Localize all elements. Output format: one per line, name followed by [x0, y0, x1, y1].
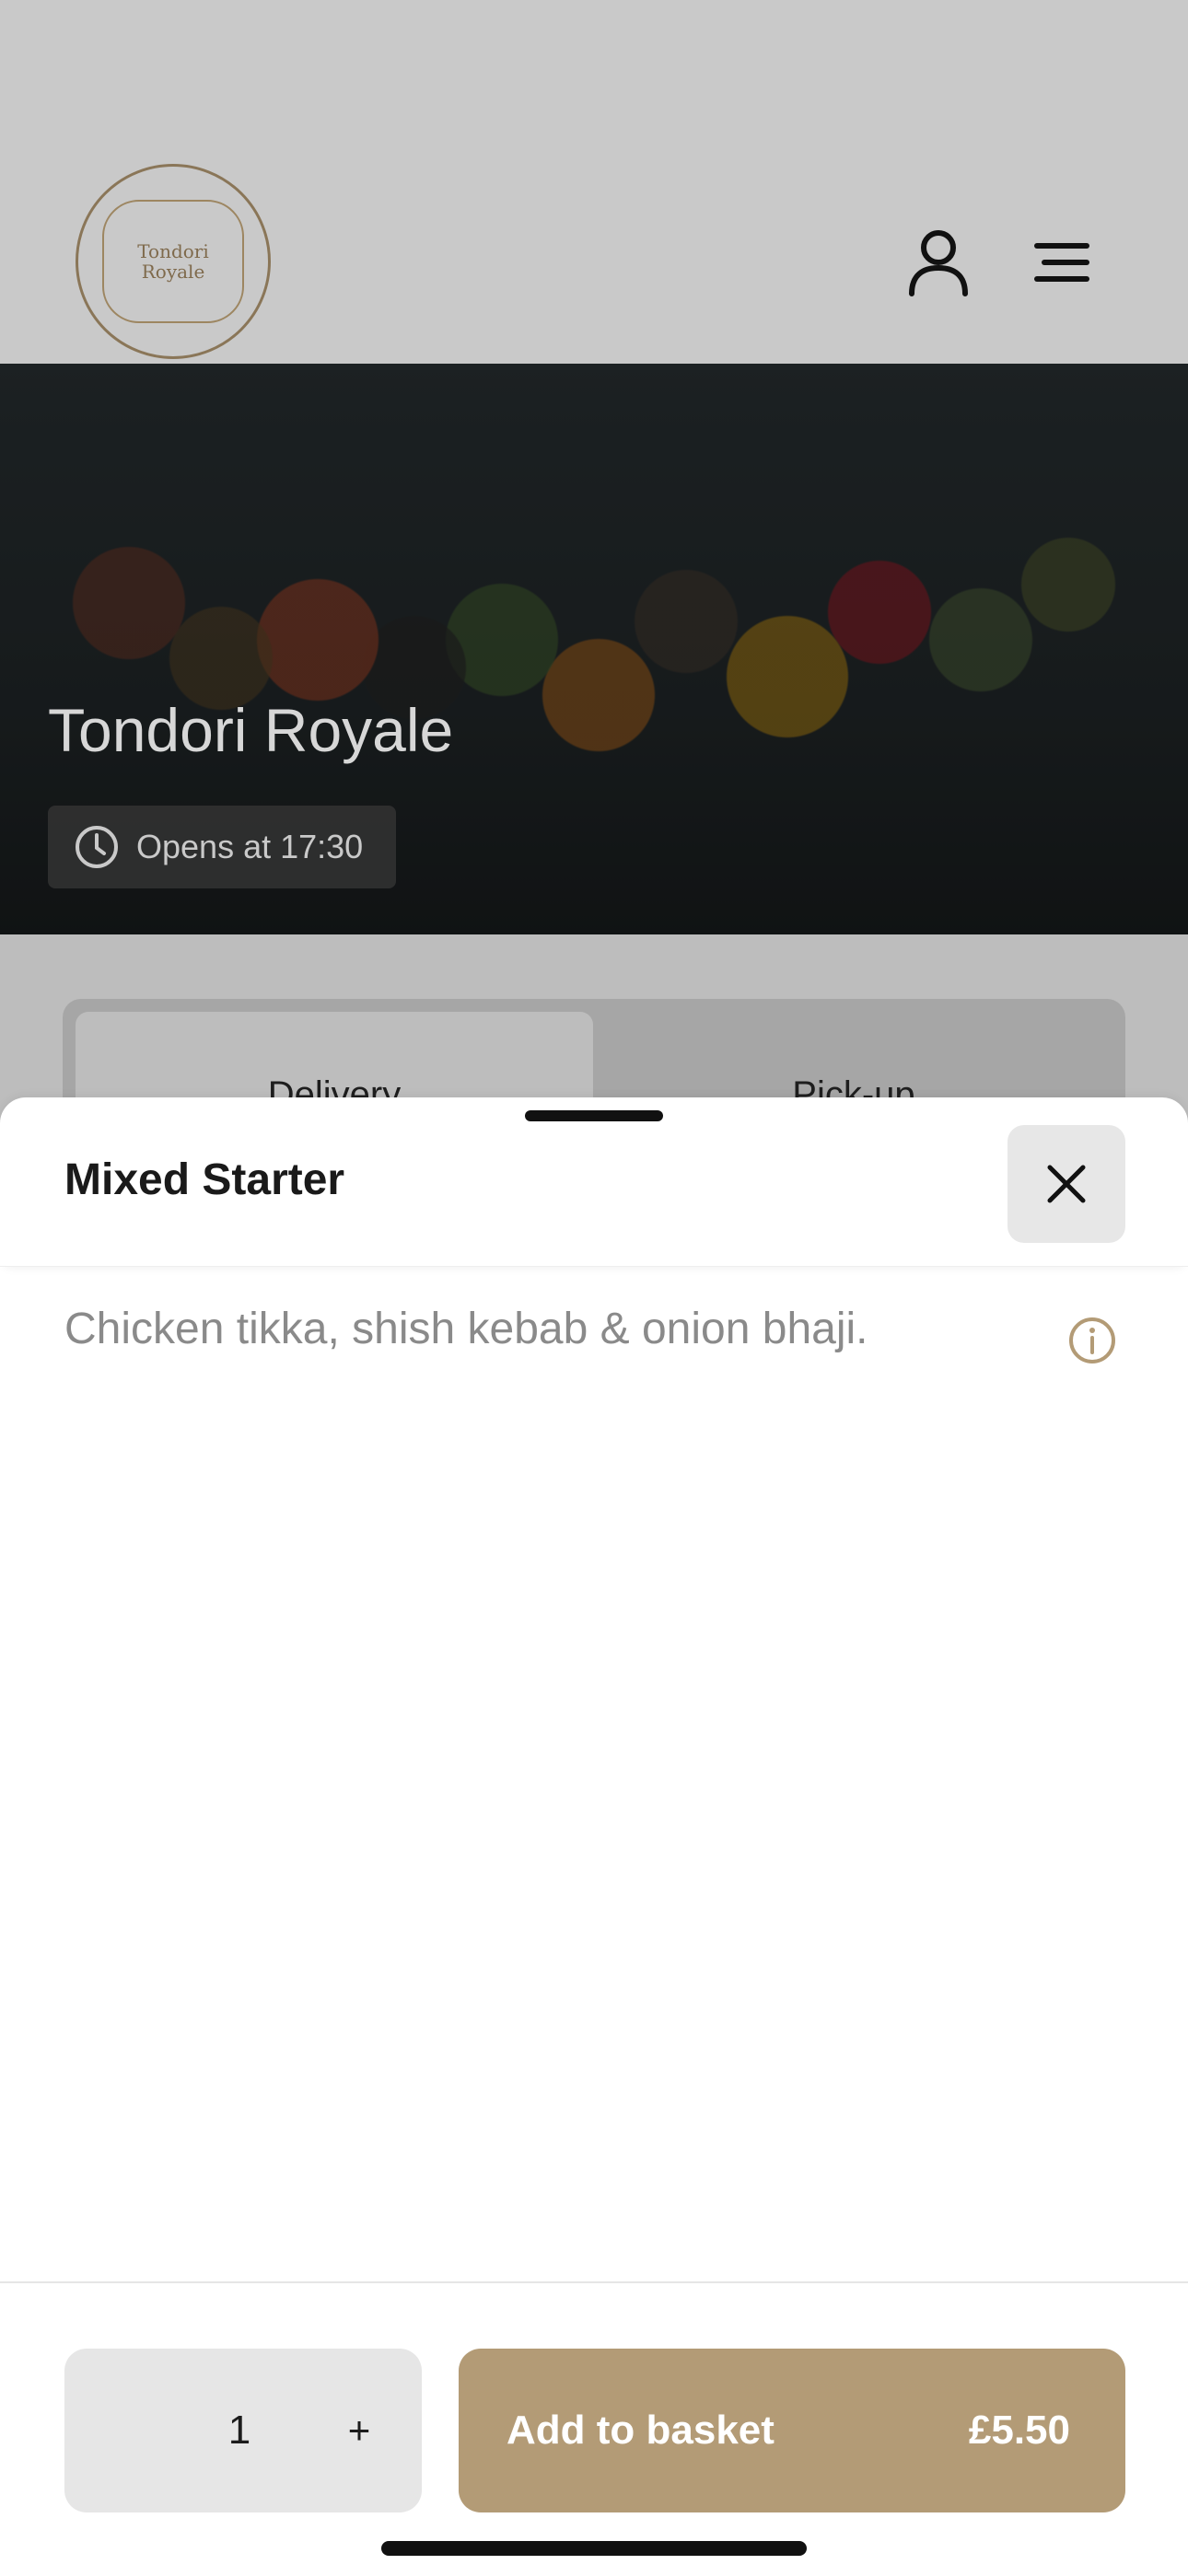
account-button[interactable]	[897, 221, 980, 304]
restaurant-name: Tondori Royale	[48, 696, 454, 764]
sheet-header: Mixed Starter	[0, 1097, 1188, 1267]
user-icon	[909, 230, 968, 296]
sheet-footer: 1 + Add to basket £5.50	[0, 2281, 1188, 2576]
item-price: £5.50	[968, 2408, 1070, 2453]
quantity-value: 1	[227, 2408, 251, 2453]
item-title: Mixed Starter	[64, 1155, 345, 1204]
clock-icon	[76, 826, 118, 868]
opening-status-badge: Opens at 17:30	[48, 806, 396, 888]
sheet-grabber[interactable]	[525, 1110, 663, 1121]
item-detail-sheet: Mixed Starter Chicken tikka, shish kebab…	[0, 1097, 1188, 2576]
app-header: Tondori Royale	[0, 0, 1188, 366]
info-button[interactable]	[1066, 1315, 1118, 1366]
restaurant-logo[interactable]: Tondori Royale	[76, 164, 271, 359]
add-to-basket-button[interactable]: Add to basket £5.50	[459, 2349, 1125, 2512]
close-button[interactable]	[1007, 1125, 1125, 1243]
item-description: Chicken tikka, shish kebab & onion bhaji…	[64, 1305, 868, 1353]
quantity-stepper: 1 +	[64, 2349, 422, 2512]
hero-banner: Tondori Royale Opens at 17:30	[0, 364, 1188, 934]
increment-button[interactable]: +	[318, 2389, 401, 2472]
logo-emblem: Tondori Royale	[102, 200, 244, 323]
logo-text-line2: Royale	[141, 261, 205, 283]
logo-text-line1: Tondori	[137, 240, 209, 262]
opening-status-text: Opens at 17:30	[136, 828, 364, 865]
home-indicator	[381, 2541, 807, 2556]
add-to-basket-label: Add to basket	[507, 2408, 775, 2453]
hamburger-icon	[1034, 243, 1089, 282]
info-icon	[1069, 1317, 1115, 1363]
menu-button[interactable]	[1020, 221, 1103, 304]
close-icon	[1047, 1165, 1086, 1203]
